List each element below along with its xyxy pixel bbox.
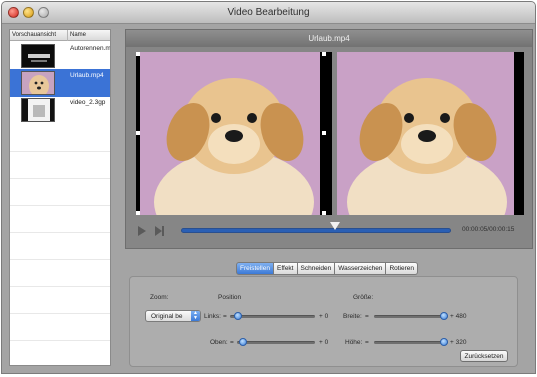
position-label: Position	[218, 294, 242, 301]
crop-handle[interactable]	[136, 52, 140, 56]
zoom-select[interactable]: Original be ▲ ▼	[145, 310, 201, 322]
window-title: Video Bearbeitung	[227, 7, 310, 18]
play-icon[interactable]	[138, 226, 146, 236]
file-name: Autorennen.mp4	[70, 45, 111, 52]
left-slider[interactable]	[230, 312, 315, 320]
height-slider[interactable]	[374, 338, 448, 346]
width-value: + 480	[450, 313, 467, 320]
edit-tabs: Freistellen Effekt Schneiden Wasserzeich…	[236, 262, 419, 275]
file-list-header: Vorschauansicht Name	[10, 30, 110, 41]
tab-effekt[interactable]: Effekt	[273, 262, 298, 275]
height-value: + 320	[450, 339, 467, 346]
output-preview-frame	[337, 52, 524, 215]
list-row-divider	[10, 205, 110, 206]
column-header-name[interactable]: Name	[70, 32, 86, 38]
top-slider-knob[interactable]	[239, 338, 247, 346]
tab-freistellen[interactable]: Freistellen	[236, 262, 274, 275]
timeline-playhead[interactable]	[329, 222, 340, 230]
playback-controls: 00:00:05/00:00:15	[125, 212, 533, 247]
original-preview-frame[interactable]	[136, 52, 332, 215]
file-thumbnail	[21, 98, 55, 122]
file-thumbnail	[21, 44, 55, 68]
tab-schneiden[interactable]: Schneiden	[297, 262, 336, 275]
height-slider-knob[interactable]	[440, 338, 448, 346]
video-title: Urlaub.mp4	[126, 30, 532, 47]
file-name: video_2.3gp	[70, 99, 106, 106]
top-value: + 0	[319, 339, 329, 346]
file-name: Urlaub.mp4	[70, 72, 104, 79]
file-row-autorennen[interactable]: Autorennen.mp4	[10, 42, 110, 70]
width-slider[interactable]	[374, 312, 448, 320]
file-list: Vorschauansicht Name Autorennen.mp4	[9, 29, 111, 366]
equals-sign: =	[230, 339, 234, 346]
step-forward-icon[interactable]	[155, 226, 165, 236]
equals-sign: =	[365, 339, 369, 346]
left-slider-knob[interactable]	[234, 312, 242, 320]
title-bar: Video Bearbeitung	[2, 2, 535, 24]
list-row-divider	[10, 286, 110, 287]
crop-settings-panel: Zoom: Position Größe: Original be ▲ ▼ Lin…	[129, 276, 518, 367]
file-row-urlaub[interactable]: Urlaub.mp4	[10, 69, 110, 97]
timeline-slider[interactable]	[181, 222, 451, 233]
crop-handle[interactable]	[322, 131, 326, 135]
list-row-divider	[10, 340, 110, 341]
select-arrows-icon: ▲ ▼	[191, 311, 200, 321]
column-header-preview[interactable]: Vorschauansicht	[12, 32, 56, 38]
width-slider-knob[interactable]	[440, 312, 448, 320]
left-value: + 0	[319, 313, 329, 320]
tab-wasserzeichen[interactable]: Wasserzeichen	[335, 262, 387, 275]
column-separator	[67, 30, 68, 41]
left-label: Links:	[204, 313, 221, 320]
zoom-select-value: Original be	[151, 313, 183, 320]
list-row-divider	[10, 151, 110, 152]
list-row-divider	[10, 178, 110, 179]
time-display: 00:00:05/00:00:15	[462, 226, 515, 233]
file-row-video-2[interactable]: video_2.3gp	[10, 96, 110, 124]
list-row-divider	[10, 313, 110, 314]
width-label: Breite:	[343, 313, 362, 320]
top-label: Oben:	[210, 339, 228, 346]
top-slider[interactable]	[237, 338, 315, 346]
crop-handle[interactable]	[322, 52, 326, 56]
file-thumbnail	[21, 71, 55, 95]
size-label: Größe:	[353, 294, 374, 301]
equals-sign: =	[223, 313, 227, 320]
zoom-label: Zoom:	[150, 294, 169, 301]
crop-handle[interactable]	[136, 131, 140, 135]
list-row-divider	[10, 232, 110, 233]
height-label: Höhe:	[345, 339, 363, 346]
tab-rotieren[interactable]: Rotieren	[386, 262, 419, 275]
list-row-divider	[10, 259, 110, 260]
video-editor-window: Video Bearbeitung Vorschauansicht Name A…	[1, 1, 536, 374]
reset-button[interactable]: Zurücksetzen	[460, 350, 508, 362]
equals-sign: =	[365, 313, 369, 320]
